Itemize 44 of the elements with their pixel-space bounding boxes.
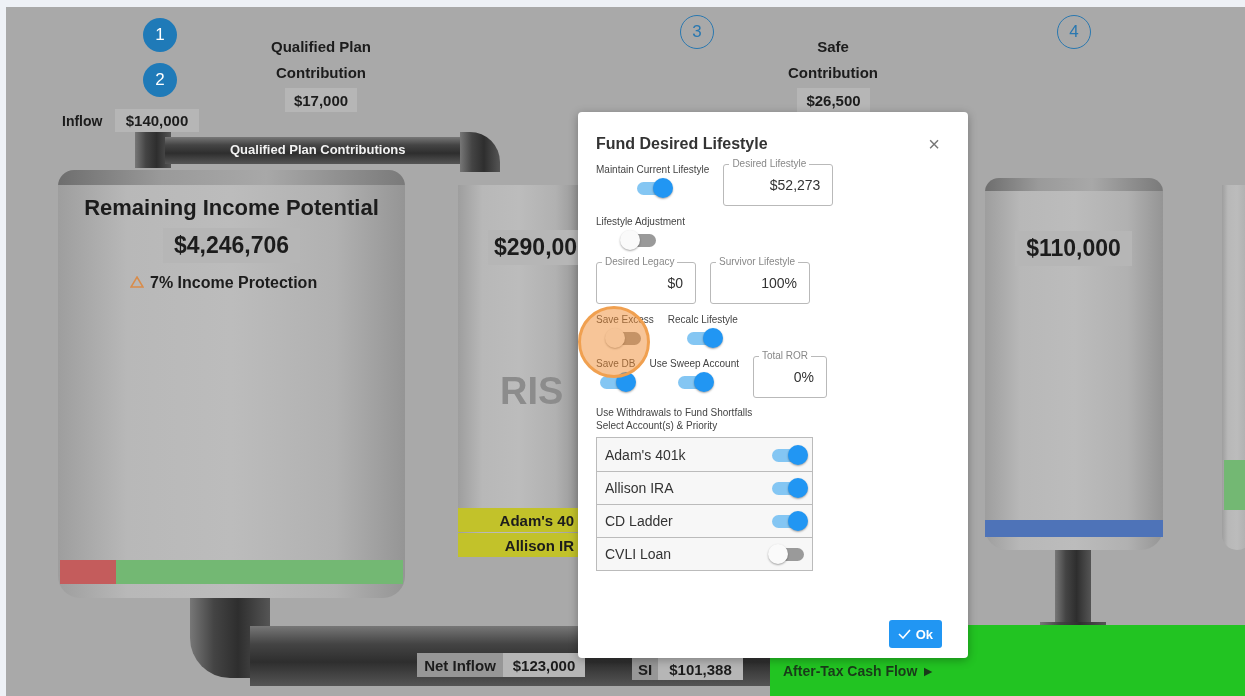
check-icon bbox=[897, 629, 911, 639]
account-band: Adam's 40 bbox=[458, 508, 578, 532]
pipe-label: Qualified Plan Contributions bbox=[230, 141, 406, 159]
dialog-title: Fund Desired Lifestyle bbox=[596, 135, 768, 153]
toggle-label: Save DB bbox=[596, 358, 636, 369]
step-marker: 2 bbox=[143, 63, 177, 97]
account-name: CD Ladder bbox=[605, 513, 673, 529]
account-row[interactable]: CVLI Loan bbox=[597, 537, 812, 570]
toggle-label: Use Sweep Account bbox=[649, 358, 739, 369]
tank-title: Remaining Income Potential bbox=[83, 194, 380, 222]
warning-icon bbox=[130, 276, 144, 288]
toggle-switch[interactable] bbox=[770, 444, 806, 465]
toggle-label: Maintain Current Lifestyle bbox=[596, 164, 710, 175]
amount-label: $26,500 bbox=[797, 88, 870, 112]
account-row[interactable]: CD Ladder bbox=[597, 504, 812, 537]
toggle-label: Lifestyle Adjustment bbox=[596, 216, 685, 227]
account-row[interactable]: Allison IRA bbox=[597, 471, 812, 504]
section-title: Safe Contribution bbox=[787, 37, 879, 83]
account-name: CVLI Loan bbox=[605, 546, 672, 562]
toggle-switch[interactable] bbox=[676, 372, 713, 392]
instruction-text: Use Withdrawals to Fund Shortfalls bbox=[596, 406, 754, 419]
toggle-switch[interactable] bbox=[770, 511, 806, 531]
toggle-switch[interactable] bbox=[770, 478, 806, 498]
account-row[interactable]: Adam's 401k bbox=[597, 438, 812, 471]
account-name: Allison IRA bbox=[605, 480, 674, 496]
toggle-label: Recalc Lifestyle bbox=[667, 314, 738, 325]
step-marker: 1 bbox=[143, 18, 177, 52]
instruction-text: Select Account(s) & Priority bbox=[596, 419, 719, 432]
section-title: Qualified Plan Contribution bbox=[270, 37, 372, 83]
flow-label: Net Inflow bbox=[417, 653, 503, 677]
amount-label: $140,000 bbox=[115, 109, 199, 132]
inflow-label: Inflow bbox=[62, 112, 104, 131]
amount-label: $101,388 bbox=[658, 658, 743, 680]
account-band: Allison IR bbox=[458, 533, 578, 557]
account-name: Adam's 401k bbox=[605, 446, 686, 463]
amount-label: $123,000 bbox=[503, 653, 585, 677]
close-button[interactable]: × bbox=[928, 134, 940, 154]
protection-note: 7% Income Protection bbox=[150, 273, 319, 293]
toggle-switch[interactable] bbox=[606, 328, 643, 348]
toggle-switch[interactable] bbox=[770, 544, 806, 564]
flow-label: SI bbox=[632, 658, 658, 680]
bar-segment bbox=[1224, 460, 1245, 510]
amount-label: $17,000 bbox=[285, 88, 357, 112]
flow-label: After-Tax Cash Flow ► bbox=[783, 662, 936, 681]
